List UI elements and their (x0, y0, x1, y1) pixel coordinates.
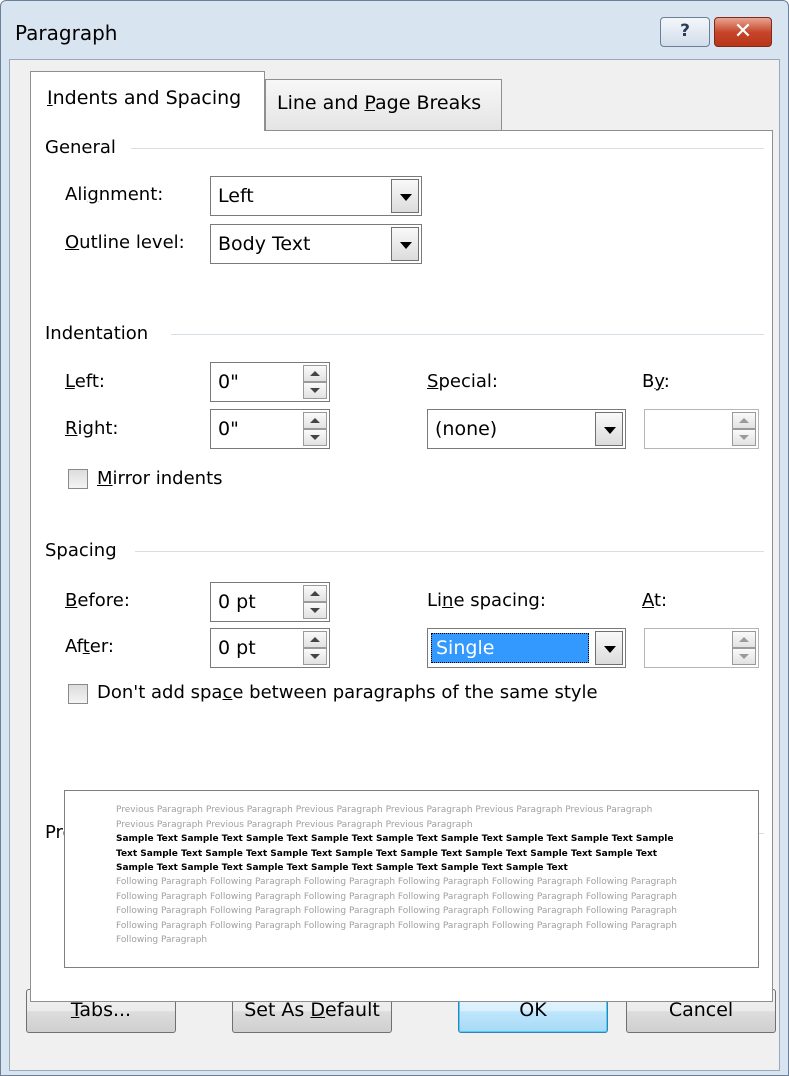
tab-panel: General Alignment: Left Outline level: B… (30, 130, 773, 1002)
preview-sample-text: Sample Text Sample Text Sample Text Samp… (116, 834, 674, 873)
indent-right-input[interactable]: 0" (210, 409, 330, 449)
title-bar[interactable]: Paragraph ? ✕ (1, 1, 788, 67)
special-label: Special: (427, 371, 498, 392)
spin-up-icon[interactable] (732, 412, 756, 429)
preview-previous-paragraph: Previous Paragraph Previous Paragraph Pr… (116, 805, 653, 830)
spacing-before-input[interactable]: 0 pt (210, 582, 330, 622)
spacing-after-value: 0 pt (218, 637, 256, 659)
section-divider (131, 148, 764, 149)
spin-down-icon[interactable] (303, 648, 327, 665)
indent-right-label: Right: (65, 418, 119, 439)
spin-up-icon[interactable] (303, 412, 327, 429)
dont-add-space-checkbox[interactable] (68, 684, 88, 704)
spinner (732, 631, 756, 665)
spin-down-icon[interactable] (303, 382, 327, 399)
indent-right-value: 0" (218, 418, 239, 440)
chevron-down-icon[interactable] (595, 412, 623, 446)
spin-up-icon[interactable] (303, 585, 327, 602)
outline-level-select[interactable]: Body Text (210, 224, 422, 264)
spinner (303, 365, 327, 399)
section-spacing: Spacing (45, 540, 125, 561)
paragraph-dialog: Paragraph ? ✕ Indents and Spacing Line a… (0, 0, 789, 1076)
chevron-down-icon[interactable] (391, 179, 419, 213)
indent-left-label: Left: (65, 371, 105, 392)
spin-down-icon[interactable] (732, 429, 756, 446)
spin-up-icon[interactable] (732, 631, 756, 648)
spinner (732, 412, 756, 446)
spinner (303, 585, 327, 619)
dialog-client: Indents and Spacing Line and Page Breaks… (9, 59, 780, 1071)
alignment-select[interactable]: Left (210, 176, 422, 216)
line-spacing-value: Single (436, 637, 495, 659)
tab-label: Line and Page Breaks (277, 92, 482, 114)
spin-down-icon[interactable] (303, 429, 327, 446)
special-value: (none) (435, 418, 498, 440)
preview-box: Previous Paragraph Previous Paragraph Pr… (64, 790, 759, 968)
at-label: At: (642, 590, 668, 611)
outline-level-value: Body Text (218, 233, 311, 255)
by-input[interactable] (644, 409, 759, 449)
help-icon: ? (680, 21, 690, 41)
by-label: By: (642, 371, 670, 392)
help-button[interactable]: ? (660, 17, 710, 47)
alignment-value: Left (218, 185, 254, 207)
chevron-down-icon[interactable] (595, 631, 623, 665)
spin-down-icon[interactable] (303, 602, 327, 619)
spin-down-icon[interactable] (732, 648, 756, 665)
line-spacing-label: Line spacing: (427, 590, 546, 611)
spinner (303, 631, 327, 665)
section-general: General (45, 137, 124, 158)
chevron-down-icon[interactable] (391, 227, 419, 261)
section-divider (171, 334, 764, 335)
section-divider (135, 551, 764, 552)
mirror-indents-label[interactable]: Mirror indents (97, 468, 223, 489)
line-spacing-selection: Single (431, 633, 589, 663)
line-spacing-select[interactable]: Single (427, 628, 626, 668)
spacing-before-label: Before: (65, 590, 130, 611)
spacing-after-input[interactable]: 0 pt (210, 628, 330, 668)
spacing-before-value: 0 pt (218, 591, 256, 613)
spin-up-icon[interactable] (303, 365, 327, 382)
at-input[interactable] (644, 628, 759, 668)
indent-left-input[interactable]: 0" (210, 362, 330, 402)
alignment-label: Alignment: (65, 184, 164, 205)
outline-level-label: Outline level: (65, 232, 185, 253)
dont-add-space-label[interactable]: Don't add space between paragraphs of th… (97, 682, 598, 703)
dialog-title: Paragraph (15, 21, 118, 45)
spin-up-icon[interactable] (303, 631, 327, 648)
close-icon: ✕ (733, 19, 753, 44)
close-button[interactable]: ✕ (714, 17, 772, 47)
spinner (303, 412, 327, 446)
mirror-indents-checkbox[interactable] (68, 469, 88, 489)
tab-label: Indents and Spacing (47, 87, 242, 109)
indent-left-value: 0" (218, 371, 239, 393)
section-indentation: Indentation (45, 323, 157, 344)
tab-line-and-page-breaks[interactable]: Line and Page Breaks (265, 79, 502, 131)
special-select[interactable]: (none) (427, 409, 626, 449)
tab-indents-and-spacing[interactable]: Indents and Spacing (30, 71, 265, 131)
spacing-after-label: After: (65, 636, 114, 657)
preview-following-paragraph: Following Paragraph Following Paragraph … (116, 877, 677, 945)
